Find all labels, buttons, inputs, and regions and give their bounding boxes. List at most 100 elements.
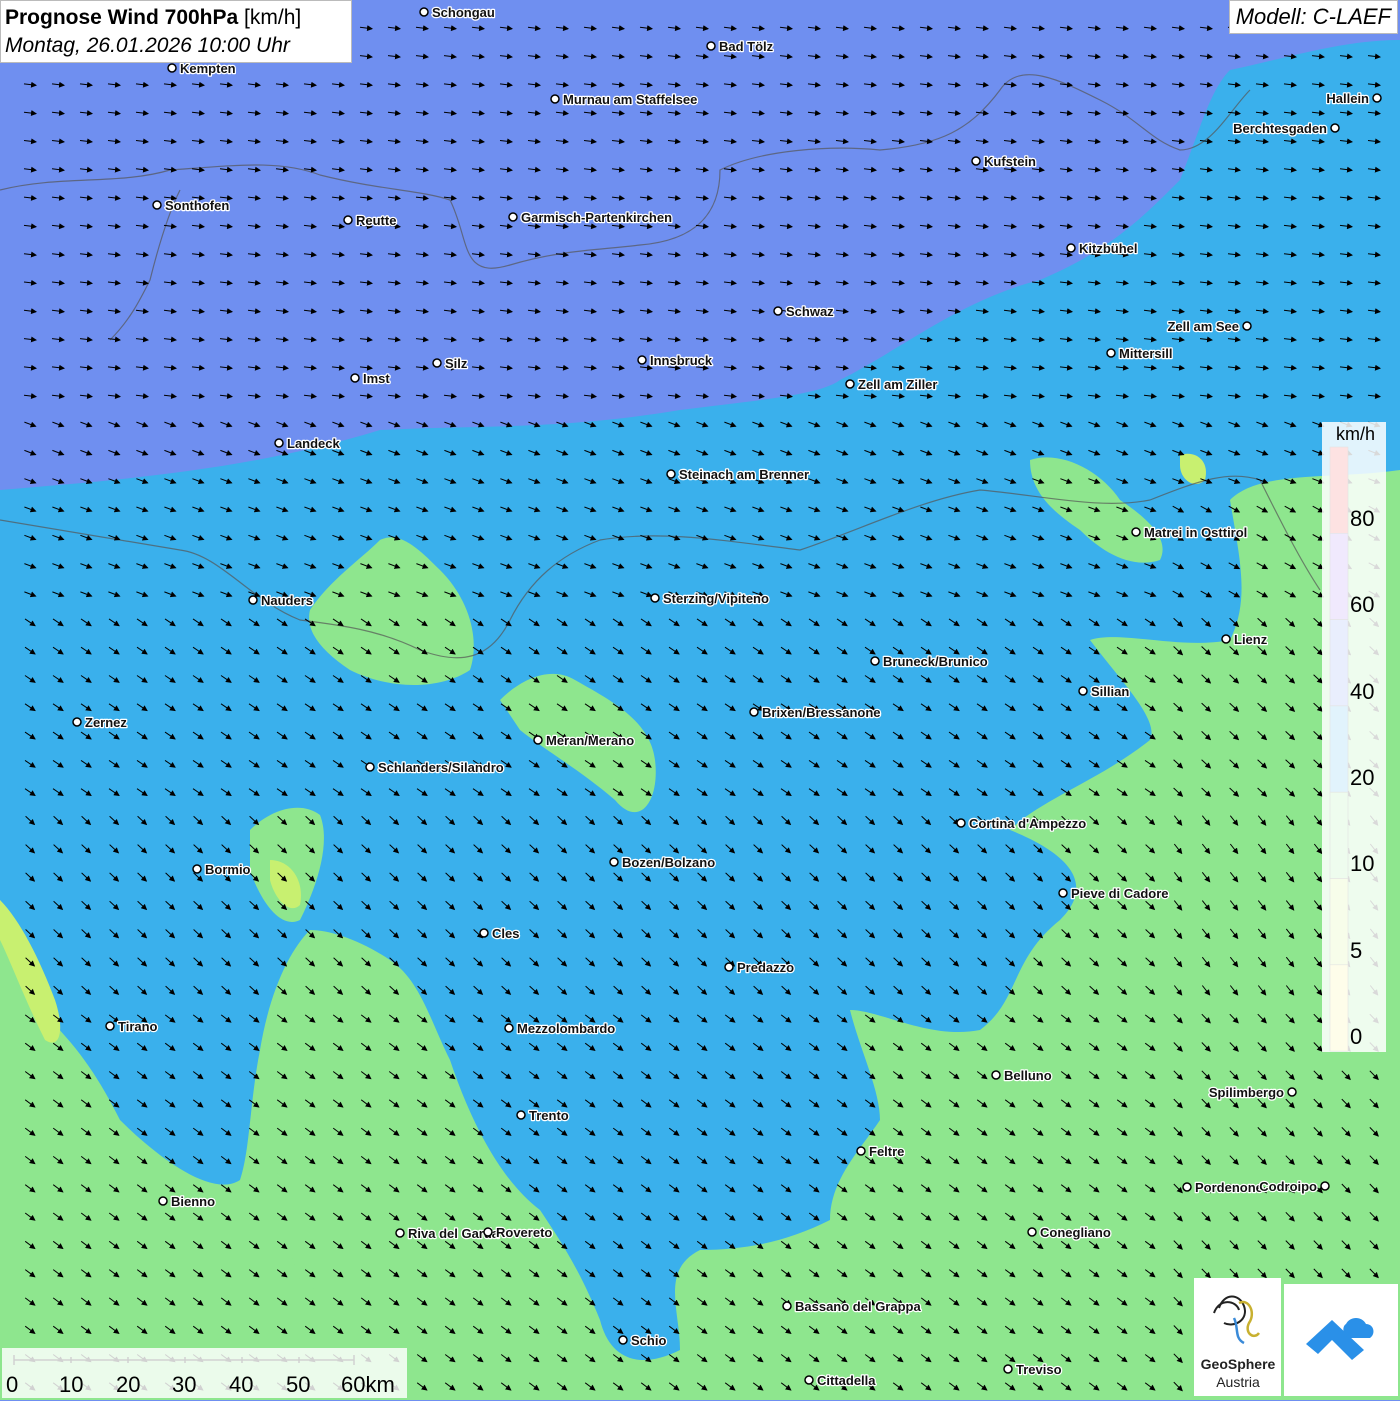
title-box: Prognose Wind 700hPa [km/h] Montag, 26.0…	[0, 0, 352, 63]
city-marker	[192, 864, 202, 874]
city-marker	[650, 593, 660, 603]
city-marker	[1242, 321, 1252, 331]
city-marker	[856, 1146, 866, 1156]
city-marker	[504, 1023, 514, 1033]
city-label: Tirano	[118, 1019, 158, 1034]
city-label: Meran/Merano	[546, 733, 634, 748]
scale-label: 20	[116, 1372, 141, 1397]
city-label: Sterzing/Vipiteno	[663, 591, 769, 606]
city-marker	[483, 1227, 493, 1237]
city-marker	[666, 469, 676, 479]
partner-logo[interactable]	[1284, 1284, 1398, 1396]
map-title-main: Prognose Wind 700hPa	[5, 6, 239, 29]
city-label: Kitzbühel	[1079, 241, 1138, 256]
city-marker	[419, 7, 429, 17]
city-label: Lienz	[1234, 632, 1268, 647]
city-marker	[508, 212, 518, 222]
city-marker	[1131, 527, 1141, 537]
city-label: Garmisch-Partenkirchen	[521, 210, 672, 225]
city-label: Schio	[631, 1333, 666, 1348]
city-marker	[749, 707, 759, 717]
legend-label: 20	[1350, 764, 1375, 790]
city-marker	[609, 857, 619, 867]
city-label: Cittadella	[817, 1373, 876, 1388]
city-label: Landeck	[287, 436, 341, 451]
city-label: Mittersill	[1119, 346, 1172, 361]
city-label: Sonthofen	[165, 198, 229, 213]
scale-label: 50	[286, 1372, 311, 1397]
city-label: Schongau	[432, 5, 495, 20]
geosphere-name: GeoSphere	[1200, 1356, 1276, 1372]
city-label: Zell am See	[1167, 319, 1239, 334]
scale-label: 60km	[341, 1372, 395, 1397]
city-marker	[956, 818, 966, 828]
city-label: Predazzo	[737, 960, 794, 975]
scale-label: 10	[59, 1372, 84, 1397]
legend-label: 80	[1350, 506, 1375, 531]
city-label: Matrei in Osttirol	[1144, 525, 1247, 540]
city-label: Feltre	[869, 1144, 904, 1159]
city-marker	[533, 735, 543, 745]
city-label: Cortina d'Ampezzo	[969, 816, 1086, 831]
city-label: Pieve di Cadore	[1071, 886, 1169, 901]
city-label: Steinach am Brenner	[679, 467, 809, 482]
city-marker	[167, 63, 177, 73]
city-marker	[550, 94, 560, 104]
city-label: Bormio	[205, 862, 251, 877]
city-marker	[1058, 888, 1068, 898]
city-marker	[1003, 1364, 1013, 1374]
city-label: Rovereto	[496, 1225, 552, 1240]
city-label: Trento	[529, 1108, 569, 1123]
city-label: Berchtesgaden	[1233, 121, 1327, 136]
city-marker	[1320, 1181, 1330, 1191]
city-label: Imst	[363, 371, 390, 386]
city-label: Hallein	[1326, 91, 1369, 106]
city-marker	[971, 156, 981, 166]
city-marker	[248, 595, 258, 605]
city-marker	[1106, 348, 1116, 358]
city-marker	[724, 962, 734, 972]
city-label: Spilimbergo	[1209, 1085, 1284, 1100]
scale-label: 30	[172, 1372, 197, 1397]
city-label: Brixen/Bressanone	[762, 705, 881, 720]
city-label: Schwaz	[786, 304, 834, 319]
city-marker	[1330, 123, 1340, 133]
forecast-date: Montag, 26.01.2026 10:00 Uhr	[5, 34, 290, 57]
city-marker	[870, 656, 880, 666]
map-title: Prognose Wind 700hPa [km/h]	[5, 4, 347, 32]
city-label: Pordenone	[1195, 1180, 1263, 1195]
city-label: Mezzolombardo	[517, 1021, 615, 1036]
city-marker	[158, 1196, 168, 1206]
city-label: Silz	[445, 356, 468, 371]
city-marker	[637, 355, 647, 365]
city-marker	[1078, 686, 1088, 696]
city-marker	[516, 1110, 526, 1120]
city-marker	[395, 1228, 405, 1238]
city-label: Conegliano	[1040, 1225, 1111, 1240]
city-label: Codroipo	[1259, 1179, 1317, 1194]
map-title-unit: [km/h]	[244, 6, 302, 29]
city-label: Nauders	[261, 593, 313, 608]
scale-label: 40	[229, 1372, 254, 1397]
scale-label: 0	[6, 1372, 19, 1397]
city-marker	[1372, 93, 1382, 103]
city-marker	[804, 1375, 814, 1385]
city-marker	[479, 928, 489, 938]
city-marker	[845, 379, 855, 389]
city-marker	[773, 306, 783, 316]
city-label: Bienno	[171, 1194, 215, 1209]
city-label: Cles	[492, 926, 519, 941]
legend-label: 0	[1350, 1023, 1363, 1049]
city-label: Zell am Ziller	[858, 377, 937, 392]
legend-label: 5	[1350, 937, 1363, 963]
city-label: Kempten	[180, 61, 236, 76]
legend-label: 10	[1350, 851, 1375, 877]
partner-logo-icon	[1306, 1318, 1374, 1360]
city-marker	[618, 1335, 628, 1345]
legend-label: 40	[1350, 678, 1375, 704]
city-label: Bassano del Grappa	[795, 1299, 921, 1314]
city-marker	[72, 717, 82, 727]
city-marker	[432, 358, 442, 368]
city-marker	[706, 41, 716, 51]
geosphere-country: Austria	[1216, 1374, 1260, 1390]
